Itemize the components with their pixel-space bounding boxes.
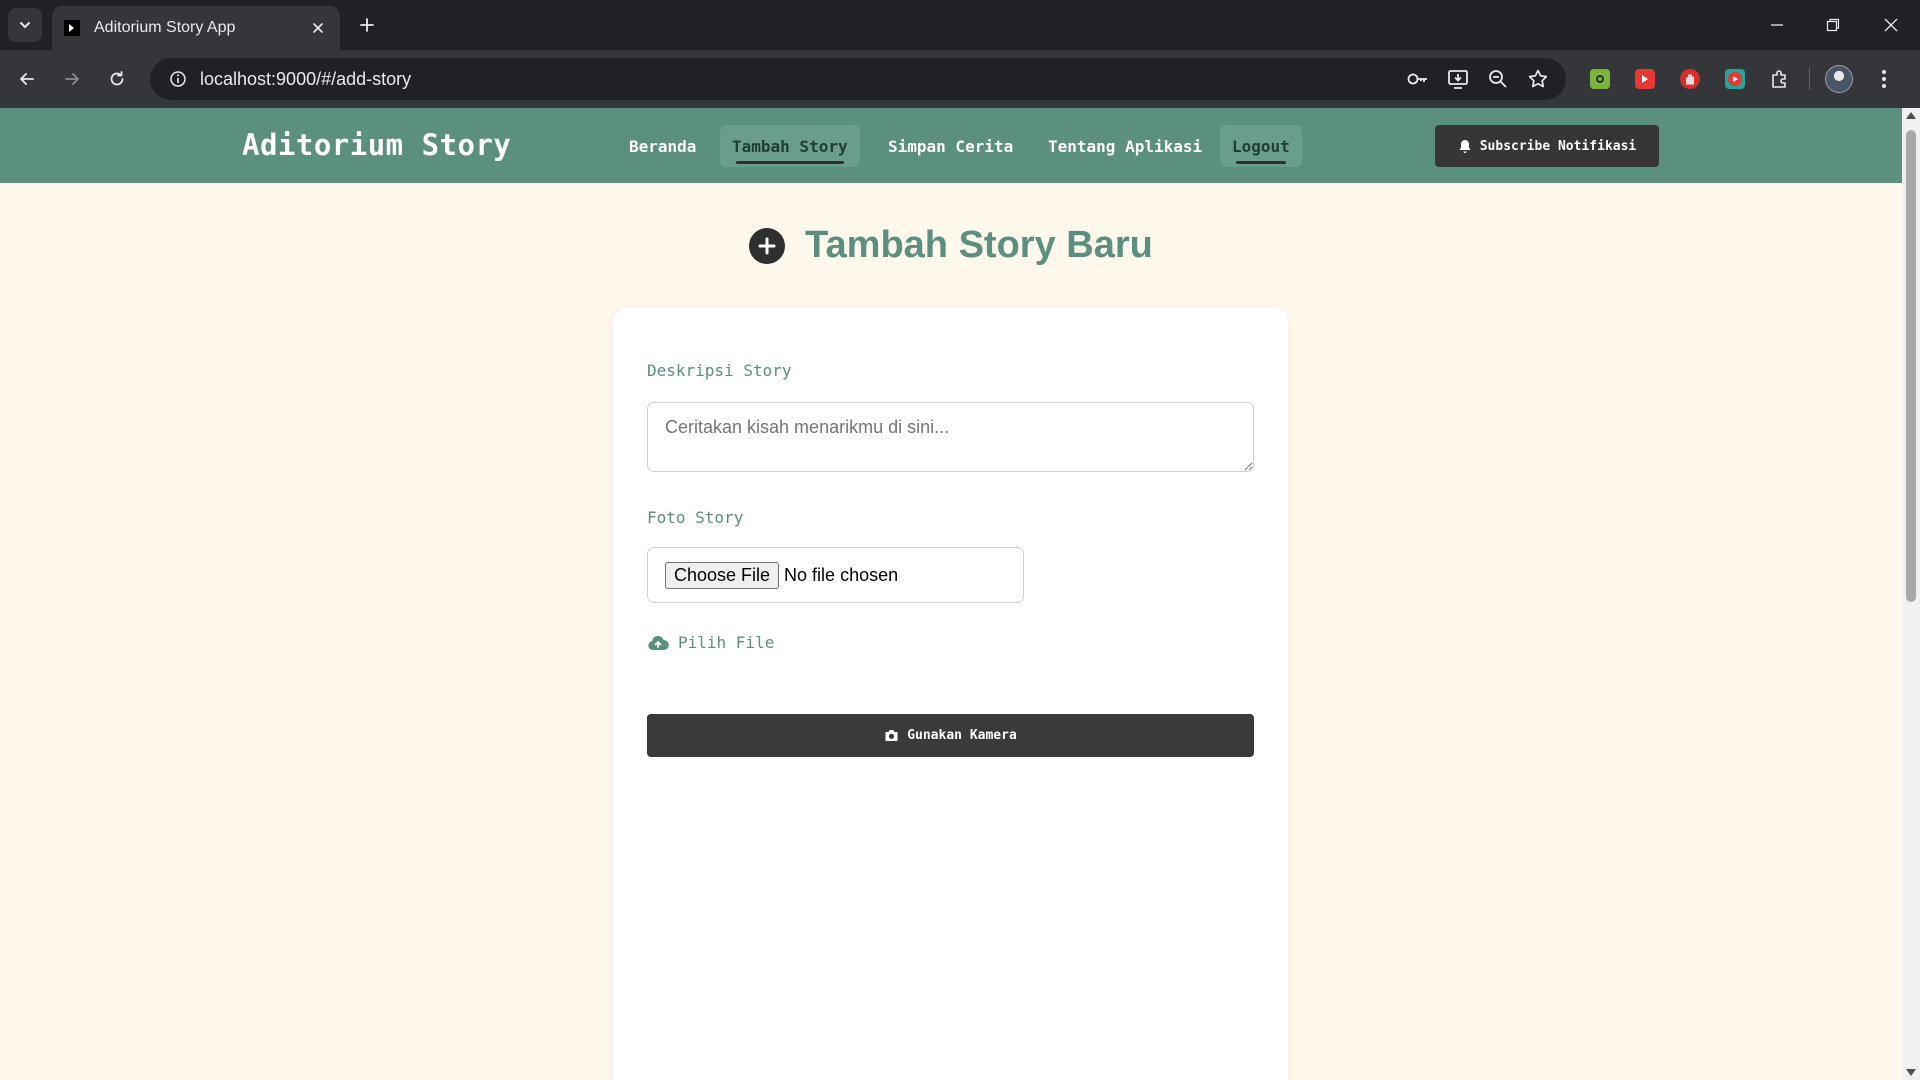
use-camera-label: Gunakan Kamera [907, 728, 1017, 743]
browser-menu-button[interactable] [1868, 63, 1900, 95]
browser-tabstrip: Aditorium Story App [0, 0, 1920, 50]
scroll-up-icon[interactable] [1906, 112, 1916, 119]
camera-icon [885, 730, 898, 741]
scrollbar-thumb[interactable] [1906, 130, 1916, 602]
green-extension-icon[interactable] [1584, 63, 1616, 95]
pick-file-label: Pilih File [678, 633, 775, 652]
restore-icon [1826, 18, 1840, 32]
bookmark-star-icon[interactable] [1524, 65, 1552, 93]
brand-title[interactable]: Aditorium Story [242, 128, 511, 162]
red-play-extension-icon[interactable] [1629, 63, 1661, 95]
chevron-down-icon [20, 22, 30, 29]
close-window-button[interactable] [1876, 10, 1906, 40]
new-tab-button[interactable] [352, 10, 382, 40]
more-vertical-icon [1882, 70, 1886, 88]
description-textarea[interactable] [647, 402, 1254, 472]
browser-tab-active[interactable]: Aditorium Story App [52, 6, 340, 50]
restore-window-button[interactable] [1818, 10, 1848, 40]
back-button[interactable] [11, 63, 43, 95]
tab-close-icon[interactable] [308, 18, 328, 38]
nav-item-tambah-story[interactable]: Tambah Story [720, 125, 860, 167]
choose-file-button[interactable]: Choose File [665, 561, 780, 589]
plus-icon [360, 18, 374, 32]
page-scrollbar[interactable] [1902, 108, 1920, 1080]
page-viewport: Aditorium Story Beranda Tambah Story Sim… [0, 108, 1920, 1080]
app-header: Aditorium Story Beranda Tambah Story Sim… [0, 108, 1902, 183]
subscribe-label: Subscribe Notifikasi [1479, 138, 1637, 154]
youtube-extension-icon[interactable] [1719, 63, 1751, 95]
plus-circle-icon [749, 227, 786, 264]
zoom-icon[interactable] [1484, 65, 1512, 93]
url-text: localhost:9000/#/add-story [200, 68, 412, 89]
tab-search-button[interactable] [8, 8, 42, 42]
minimize-icon [1771, 24, 1783, 26]
reload-icon [110, 71, 124, 86]
file-input[interactable]: Choose File No file chosen [647, 547, 1024, 603]
tab-favicon-icon [64, 20, 80, 36]
nav-item-tentang-aplikasi[interactable]: Tentang Aplikasi [1036, 125, 1214, 167]
arrow-left-icon [20, 73, 34, 85]
nav-item-logout[interactable]: Logout [1220, 125, 1302, 167]
nav-item-beranda[interactable]: Beranda [617, 125, 708, 167]
password-key-icon[interactable] [1404, 65, 1432, 93]
site-info-icon[interactable] [156, 58, 200, 100]
subscribe-notification-button[interactable]: Subscribe Notifikasi [1435, 125, 1659, 167]
red-hand-extension-icon[interactable] [1674, 63, 1706, 95]
reload-button[interactable] [101, 63, 133, 95]
photo-label: Foto Story [647, 508, 744, 527]
browser-toolbar: localhost:9000/#/add-story [0, 50, 1920, 108]
page-title: Tambah Story Baru [805, 224, 1153, 266]
pick-file-link[interactable]: Pilih File [647, 633, 774, 652]
description-label: Deskripsi Story [647, 361, 792, 380]
install-app-icon[interactable] [1444, 65, 1472, 93]
page-heading: Tambah Story Baru [0, 224, 1902, 267]
file-status-text: No file chosen [784, 564, 899, 585]
puzzle-extensions-icon[interactable] [1764, 63, 1796, 95]
add-story-form-card: Deskripsi Story Foto Story Choose File N… [613, 308, 1288, 1080]
profile-avatar[interactable] [1823, 63, 1855, 95]
nav-item-simpan-cerita[interactable]: Simpan Cerita [876, 125, 1025, 167]
minimize-window-button[interactable] [1762, 10, 1792, 40]
arrow-right-icon [65, 73, 79, 85]
close-icon [1884, 18, 1898, 32]
toolbar-separator [1809, 68, 1810, 90]
use-camera-button[interactable]: Gunakan Kamera [647, 714, 1254, 757]
cloud-upload-icon [648, 635, 669, 650]
address-bar[interactable]: localhost:9000/#/add-story [150, 58, 1566, 100]
scroll-down-icon[interactable] [1906, 1069, 1916, 1076]
bell-icon [1459, 139, 1471, 153]
tab-title: Aditorium Story App [94, 19, 236, 36]
forward-button[interactable] [56, 63, 88, 95]
